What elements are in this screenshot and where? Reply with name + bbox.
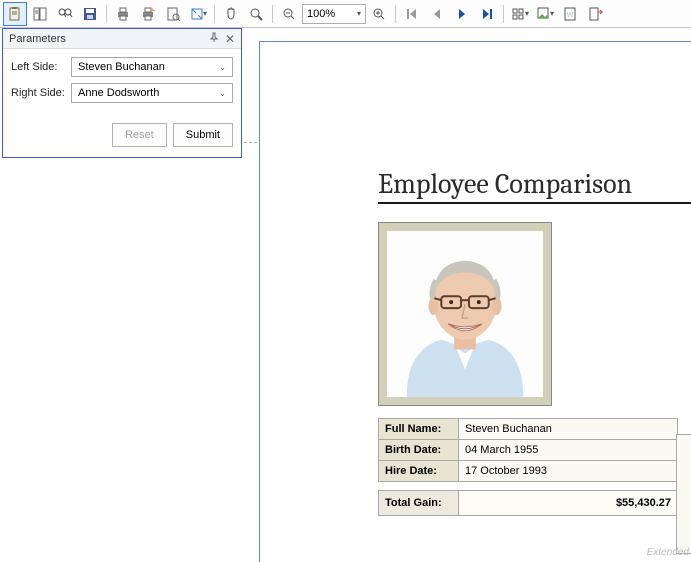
quick-print-button[interactable]	[136, 2, 160, 26]
chevron-down-icon: ▾	[525, 9, 529, 18]
export-button[interactable]	[583, 2, 607, 26]
hand-tool-button[interactable]	[219, 2, 243, 26]
first-page-button[interactable]	[400, 2, 424, 26]
scale-button[interactable]: ▾	[186, 2, 210, 26]
svg-text:W: W	[567, 12, 574, 19]
save-button[interactable]	[78, 2, 102, 26]
total-gain-table: Total Gain:$55,430.27	[378, 490, 678, 516]
chevron-down-icon: ⌄	[219, 63, 226, 72]
employee-details-table: Full Name:Steven Buchanan Birth Date:04 …	[378, 418, 678, 482]
zoom-out-button[interactable]	[277, 2, 301, 26]
parameters-panel-button[interactable]	[3, 2, 27, 26]
totalgain-label: Total Gain:	[379, 491, 459, 516]
fullname-label: Full Name:	[379, 419, 459, 440]
hiredate-label: Hire Date:	[379, 461, 459, 482]
right-column-strip	[676, 434, 691, 554]
chevron-down-icon: ▾	[203, 9, 207, 18]
table-row: Total Gain:$55,430.27	[379, 491, 678, 516]
background-color-button[interactable]: ▾	[533, 2, 557, 26]
magnifier-button[interactable]	[244, 2, 268, 26]
report-title: Employee Comparison	[378, 168, 691, 204]
parameters-panel: Parameters ✕ Left Side: Steven Buchanan …	[2, 28, 242, 158]
chevron-down-icon: ▾	[550, 9, 554, 18]
close-icon[interactable]: ✕	[225, 34, 235, 44]
panel-header: Parameters ✕	[3, 29, 241, 49]
page-setup-button[interactable]	[161, 2, 185, 26]
birthdate-label: Birth Date:	[379, 440, 459, 461]
reset-button[interactable]: Reset	[112, 123, 167, 147]
find-button[interactable]	[53, 2, 77, 26]
prev-page-button[interactable]	[425, 2, 449, 26]
totalgain-value: $55,430.27	[459, 491, 678, 516]
last-page-button[interactable]	[475, 2, 499, 26]
pin-icon[interactable]	[209, 32, 219, 45]
panel-title: Parameters	[9, 33, 66, 45]
chevron-down-icon: ▾	[357, 9, 361, 18]
left-side-value: Steven Buchanan	[78, 61, 165, 73]
document-viewer[interactable]: Employee Comparison	[244, 28, 691, 562]
document-map-button[interactable]	[28, 2, 52, 26]
right-side-label: Right Side:	[11, 87, 71, 99]
zoom-in-button[interactable]	[367, 2, 391, 26]
employee-photo-frame	[378, 222, 552, 406]
hiredate-value: 17 October 1993	[459, 461, 678, 482]
table-row: Hire Date:17 October 1993	[379, 461, 678, 482]
fullname-value: Steven Buchanan	[459, 419, 678, 440]
report-page: Employee Comparison	[260, 42, 691, 562]
zoom-value: 100%	[307, 8, 335, 20]
table-row: Birth Date:04 March 1955	[379, 440, 678, 461]
right-side-combo[interactable]: Anne Dodsworth ⌄	[71, 83, 233, 103]
left-side-combo[interactable]: Steven Buchanan ⌄	[71, 57, 233, 77]
next-page-button[interactable]	[450, 2, 474, 26]
multipage-button[interactable]: ▾	[508, 2, 532, 26]
birthdate-value: 04 March 1955	[459, 440, 678, 461]
zoom-combo[interactable]: 100% ▾	[302, 4, 366, 24]
table-row: Full Name:Steven Buchanan	[379, 419, 678, 440]
submit-button[interactable]: Submit	[173, 123, 233, 147]
right-side-value: Anne Dodsworth	[78, 87, 159, 99]
watermark-button[interactable]: W	[558, 2, 582, 26]
left-side-label: Left Side:	[11, 61, 71, 73]
chevron-down-icon: ⌄	[219, 89, 226, 98]
print-button[interactable]	[111, 2, 135, 26]
employee-photo	[387, 231, 543, 397]
extended-label: Extended	[647, 547, 689, 558]
main-toolbar: ▾ 100% ▾ ▾ ▾ W	[0, 0, 691, 28]
